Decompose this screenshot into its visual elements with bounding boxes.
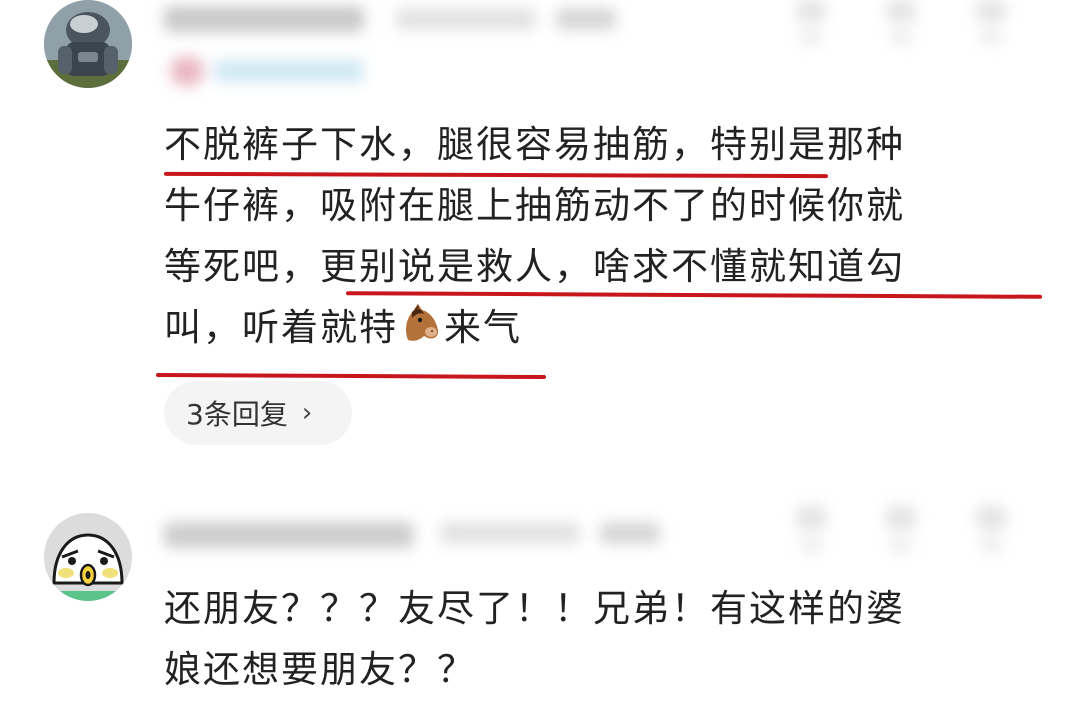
dislike-button-blurred[interactable] (880, 0, 924, 52)
comment-line: 叫，听着就特 来气 (164, 297, 1044, 358)
username-blurred (164, 522, 414, 548)
avatar-robot-icon (44, 0, 132, 88)
avatar[interactable] (44, 0, 132, 88)
comment-line: 还朋友？？？友尽了！！兄弟！有这样的婆 (164, 587, 905, 630)
comment-line: 等死吧，更别说是救人，啥求不懂就知道勾 (164, 245, 905, 288)
horse-face-icon (398, 300, 444, 346)
badge-blurred (170, 56, 370, 86)
red-underline (155, 372, 547, 380)
timestamp-blurred (396, 8, 626, 30)
like-button-blurred[interactable] (790, 0, 834, 52)
comment-text: 还朋友？？？友尽了！！兄弟！有这样的婆 娘还想要朋友？？ (164, 578, 1044, 700)
comment-line-part: 来气 (444, 306, 522, 349)
replies-label: 3条回复 (186, 398, 288, 431)
avatar-cartoon-face-icon (44, 513, 132, 601)
view-replies-button[interactable]: 3条回复 › (164, 381, 352, 445)
comment-line-part: 叫，听着就特 (164, 306, 398, 349)
comment-line: 牛仔裤，吸附在腿上抽筋动不了的时候你就 (164, 184, 905, 227)
timestamp-blurred (440, 522, 670, 544)
chevron-right-icon: › (301, 398, 313, 428)
more-button-blurred[interactable] (970, 500, 1014, 560)
username-blurred (164, 6, 364, 32)
like-button-blurred[interactable] (790, 500, 834, 560)
dislike-button-blurred[interactable] (880, 500, 924, 560)
comment-text: 不脱裤子下水，腿很容易抽筋，特别是那种 牛仔裤，吸附在腿上抽筋动不了的时候你就 … (164, 114, 1044, 358)
comment-line: 不脱裤子下水，腿很容易抽筋，特别是那种 (164, 123, 905, 166)
comment-line: 娘还想要朋友？？ (164, 648, 476, 691)
avatar[interactable] (44, 513, 132, 601)
more-button-blurred[interactable] (970, 0, 1014, 52)
